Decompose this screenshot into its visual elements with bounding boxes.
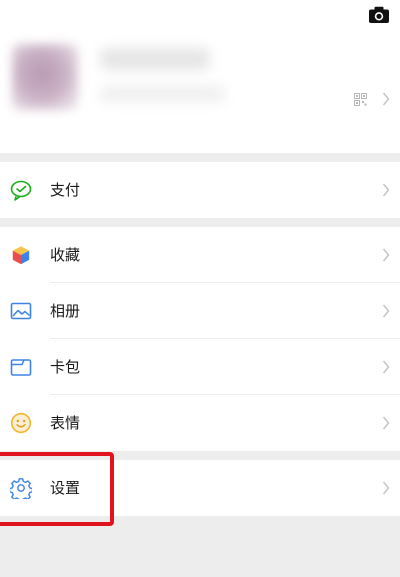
chevron-right-icon [382, 416, 390, 430]
avatar[interactable] [12, 44, 78, 110]
menu-group-pay: 支付 [0, 162, 400, 218]
photo-album-icon [10, 302, 32, 320]
qr-code-icon[interactable] [354, 93, 367, 106]
menu-item-label: 表情 [50, 414, 81, 432]
menu-item-album[interactable]: 相册 [0, 283, 400, 339]
menu-item-label: 卡包 [50, 358, 81, 376]
chevron-right-icon [382, 248, 390, 262]
smiley-icon [10, 412, 32, 434]
menu-item-label: 收藏 [50, 246, 81, 264]
chevron-right-icon [382, 92, 390, 106]
camera-icon[interactable] [368, 6, 390, 24]
cube-icon [12, 245, 30, 265]
card-wallet-icon [10, 359, 32, 376]
menu-item-label: 支付 [50, 181, 81, 199]
wechat-id-blurred [100, 86, 225, 102]
menu-group-main: 收藏 相册 卡包 表情 [0, 227, 400, 451]
highlight-annotation-box [0, 452, 114, 526]
chevron-right-icon [382, 183, 390, 197]
menu-item-stickers[interactable]: 表情 [0, 395, 400, 451]
chevron-right-icon [382, 304, 390, 318]
wechat-pay-icon [10, 180, 32, 201]
menu-item-pay[interactable]: 支付 [0, 162, 400, 218]
menu-item-cards[interactable]: 卡包 [0, 339, 400, 395]
nickname-blurred [100, 48, 210, 70]
chevron-right-icon [382, 360, 390, 374]
profile-header[interactable] [0, 0, 400, 153]
chevron-right-icon [382, 481, 390, 495]
menu-item-label: 相册 [50, 302, 81, 320]
menu-item-favorites[interactable]: 收藏 [0, 227, 400, 283]
